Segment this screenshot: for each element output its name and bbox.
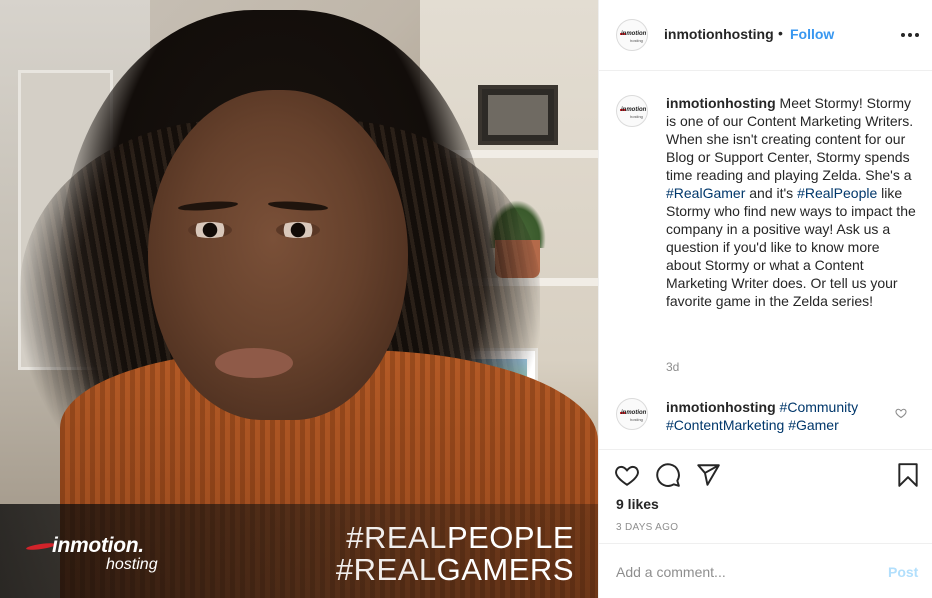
bookmark-icon[interactable]	[895, 462, 921, 488]
comment-item: inmotionhosting #Community #ContentMarke…	[666, 398, 894, 434]
caption-text: and it's	[745, 185, 798, 201]
post-button[interactable]: Post	[888, 564, 918, 580]
heart-icon[interactable]	[614, 462, 640, 488]
hashtag-overlay-word: PEOPLE	[446, 520, 574, 555]
add-comment-bar: Post	[599, 543, 932, 598]
caption-timestamp[interactable]: 3d	[666, 360, 679, 374]
post-side-panel: inmotion hosting inmotionhosting • Follo…	[598, 0, 932, 598]
caption-username[interactable]: inmotionhosting	[666, 95, 776, 111]
brand-logo-main: inmotion.	[52, 534, 144, 557]
post-photo[interactable]: inmotion. hosting #REALPEOPLE #REALGAMER…	[0, 0, 598, 598]
hashtag-overlay-prefix: #REAL	[346, 520, 447, 555]
post-date[interactable]: 3 DAYS AGO	[616, 522, 678, 533]
avatar[interactable]: inmotion hosting	[616, 95, 648, 127]
header-username[interactable]: inmotionhosting	[664, 26, 774, 42]
header-separator: •	[778, 25, 783, 41]
comment-like-heart-icon[interactable]	[895, 407, 907, 419]
hashtag-link[interactable]: #RealPeople	[797, 185, 877, 201]
comments-list[interactable]: inmotion hosting inmotionhosting Meet St…	[599, 71, 932, 449]
follow-button[interactable]: Follow	[790, 26, 834, 42]
comment-icon[interactable]	[655, 462, 681, 488]
hashtag-link[interactable]: #Gamer	[788, 417, 839, 433]
post-actions: 9 likes 3 DAYS AGO	[599, 449, 932, 543]
caption-text: like Stormy who find new ways to impact …	[666, 185, 916, 309]
likes-count[interactable]: 9 likes	[616, 496, 659, 512]
more-options-icon[interactable]	[901, 26, 919, 44]
eye	[188, 222, 232, 238]
eye	[276, 222, 320, 238]
hashtag-overlay-word: GAMERS	[436, 552, 574, 587]
avatar-logo-text: inmotion	[621, 31, 647, 37]
post-caption: inmotionhosting Meet Stormy! Stormy is o…	[666, 94, 916, 310]
avatar-logo-sub: hosting	[630, 114, 643, 119]
hashtag-link[interactable]: #ContentMarketing	[666, 417, 784, 433]
avatar-logo-sub: hosting	[630, 38, 643, 43]
share-icon[interactable]	[695, 462, 721, 488]
avatar[interactable]: inmotion hosting	[616, 398, 648, 430]
avatar-logo-text: inmotion	[621, 107, 647, 113]
comment-input[interactable]	[616, 562, 876, 582]
brand-logo-sub: hosting	[106, 556, 158, 573]
hashtag-link[interactable]: #Community	[780, 399, 859, 415]
hashtag-overlay-people: #REALPEOPLE	[346, 520, 574, 556]
avatar-logo-sub: hosting	[630, 417, 643, 422]
avatar-logo-text: inmotion	[621, 410, 647, 416]
hashtag-link[interactable]: #RealGamer	[666, 185, 745, 201]
lips	[215, 348, 293, 378]
hashtag-overlay-gamers: #REALGAMERS	[336, 552, 574, 588]
photo-banner: inmotion. hosting #REALPEOPLE #REALGAMER…	[0, 504, 598, 598]
comment-username[interactable]: inmotionhosting	[666, 399, 776, 415]
hashtag-overlay-prefix: #REAL	[335, 552, 437, 587]
post-header: inmotion hosting inmotionhosting • Follo…	[599, 0, 932, 71]
picture-frame	[478, 85, 558, 145]
avatar[interactable]: inmotion hosting	[616, 19, 648, 51]
